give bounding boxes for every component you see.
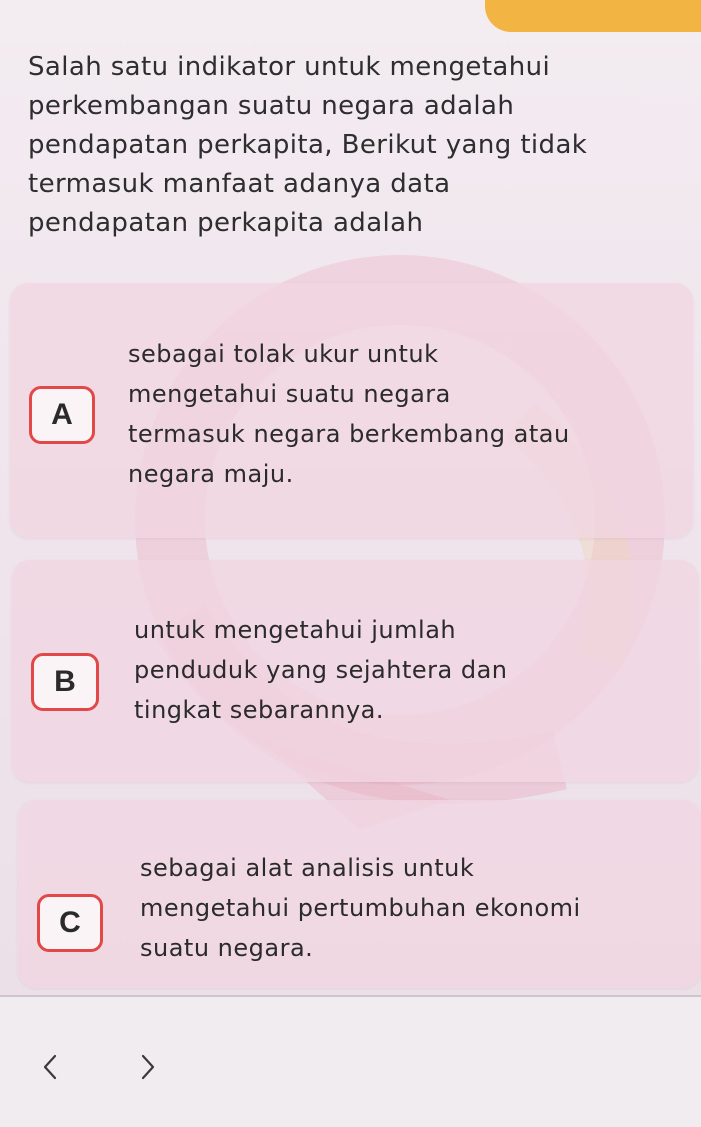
chevron-left-icon xyxy=(43,1054,57,1080)
option-line: negara maju. xyxy=(128,460,294,488)
option-text: untuk mengetahui jumlah penduduk yang se… xyxy=(134,610,679,730)
option-letter-badge: A xyxy=(29,386,95,444)
option-line: mengetahui pertumbuhan ekonomi xyxy=(140,894,581,922)
option-line: termasuk negara berkembang atau xyxy=(128,420,570,448)
question-text: Salah satu indikator untuk mengetahui pe… xyxy=(28,48,678,243)
option-a[interactable]: A sebagai tolak ukur untuk mengetahui su… xyxy=(10,283,693,538)
option-line: mengetahui suatu negara xyxy=(128,380,451,408)
option-text: sebagai tolak ukur untuk mengetahui suat… xyxy=(128,334,673,494)
footer-bar xyxy=(0,997,701,1127)
option-line: penduduk yang sejahtera dan xyxy=(134,656,508,684)
option-line: sebagai tolak ukur untuk xyxy=(128,340,439,368)
option-line: sebagai alat analisis untuk xyxy=(140,854,475,882)
question-line: termasuk manfaat adanya data xyxy=(28,169,451,199)
question-line: pendapatan perkapita adalah xyxy=(28,208,424,238)
option-line: tingkat sebarannya. xyxy=(134,696,384,724)
option-line: suatu negara. xyxy=(140,934,314,962)
question-line: pendapatan perkapita, Berikut yang tidak xyxy=(28,130,588,160)
option-c[interactable]: C sebagai alat analisis untuk mengetahui… xyxy=(18,800,701,988)
option-letter-badge: C xyxy=(37,894,103,952)
previous-button[interactable] xyxy=(30,1045,70,1089)
next-button[interactable] xyxy=(128,1045,168,1089)
question-line: Salah satu indikator untuk mengetahui xyxy=(28,52,551,82)
option-line: untuk mengetahui jumlah xyxy=(134,616,457,644)
question-line: perkembangan suatu negara adalah xyxy=(28,91,515,121)
chevron-right-icon xyxy=(141,1054,155,1080)
option-b[interactable]: B untuk mengetahui jumlah penduduk yang … xyxy=(12,560,698,782)
option-text: sebagai alat analisis untuk mengetahui p… xyxy=(140,848,685,968)
option-letter-badge: B xyxy=(31,653,99,711)
top-accent-tab xyxy=(485,0,701,32)
